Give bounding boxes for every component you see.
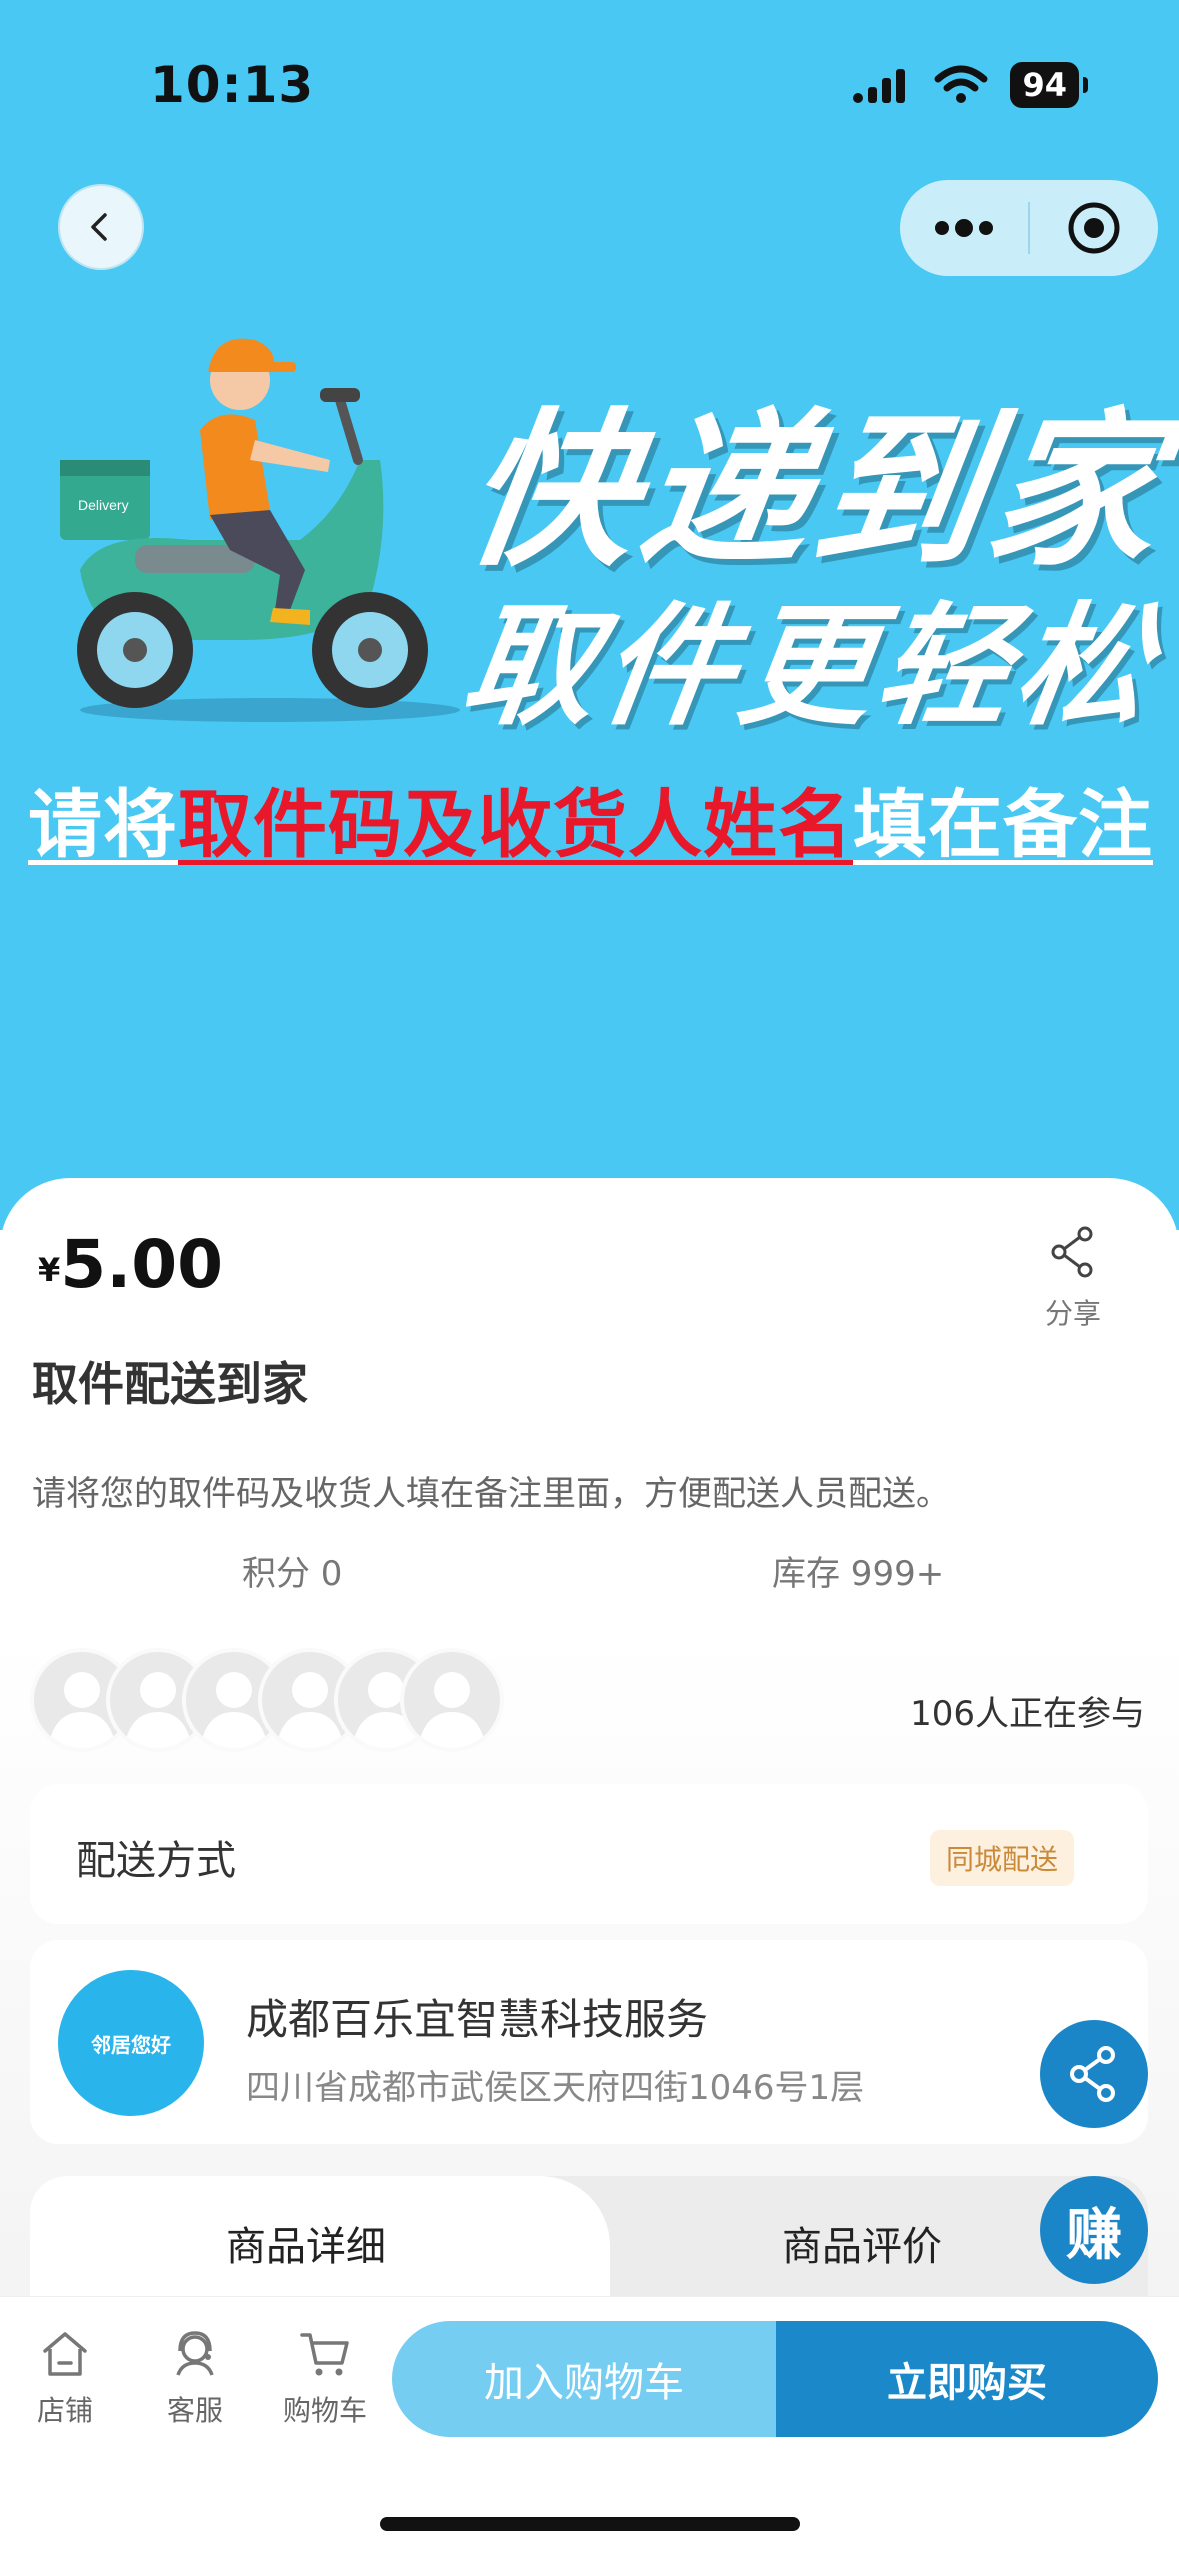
banner-note-highlight: 取件码及收货人姓名 <box>178 782 853 868</box>
store-row[interactable]: 邻居您好 成都百乐宜智慧科技服务 四川省成都市武侯区天府四街1046号1层 <box>30 1940 1148 2144</box>
price: ¥5.00 <box>38 1226 223 1303</box>
bottom-action-bar: 店铺 客服 购物车 加入购物车 立即购买 <box>0 2296 1179 2556</box>
status-time: 10:13 <box>150 56 315 114</box>
buy-now-label: 立即购买 <box>887 2360 1047 2406</box>
tab-reviews-label: 商品评价 <box>782 2224 942 2270</box>
banner-note: 请将取件码及收货人姓名填在备注 <box>28 765 1153 872</box>
close-program-button[interactable] <box>1030 180 1158 276</box>
participant-avatars <box>30 1648 510 1752</box>
back-button[interactable] <box>58 184 144 270</box>
mini-program-capsule <box>900 180 1158 276</box>
price-value: 5.00 <box>60 1226 224 1303</box>
earn-button[interactable]: 赚 <box>1040 2176 1148 2284</box>
tab-details-label: 商品详细 <box>226 2224 386 2270</box>
nav-customer-service[interactable]: 客服 <box>140 2327 250 2429</box>
product-title: 取件配送到家 <box>32 1357 308 1411</box>
store-icon <box>43 2332 87 2376</box>
more-button[interactable] <box>900 180 1028 276</box>
store-name: 成都百乐宜智慧科技服务 <box>246 1995 709 2044</box>
customer-service-icon <box>176 2331 214 2376</box>
banner-note-suffix: 填在备注 <box>853 782 1153 868</box>
avatar <box>400 1648 504 1752</box>
delivery-tag: 同城配送 <box>929 1830 1074 1886</box>
share-button[interactable]: 分享 <box>1035 1224 1111 1332</box>
nav-store[interactable]: 店铺 <box>10 2327 120 2429</box>
store-logo: 邻居您好 <box>58 1970 204 2116</box>
wifi-icon <box>934 65 988 103</box>
nav-cart[interactable]: 购物车 <box>270 2327 380 2429</box>
nav-customer-service-label: 客服 <box>166 2394 223 2427</box>
target-close-icon <box>1068 202 1120 254</box>
box-label: Delivery <box>78 497 129 513</box>
nav-store-label: 店铺 <box>36 2394 93 2427</box>
chevron-left-icon <box>91 213 107 241</box>
buy-now-button[interactable]: 立即购买 <box>776 2321 1158 2437</box>
status-indicators: 94 <box>852 62 1088 108</box>
user-placeholder-icon <box>418 1672 486 1748</box>
earn-label: 赚 <box>1066 2202 1122 2268</box>
signal-icon <box>853 69 906 103</box>
home-indicator <box>380 2517 800 2531</box>
product-description: 请将您的取件码及收货人填在备注里面，方便配送人员配送。 <box>32 1474 950 1514</box>
participants-count: 106人正在参与 <box>910 1694 1145 1734</box>
hero-banner: 10:13 94 Delivery 快递到家 取件更轻松 请将取件码及收货人姓名… <box>0 0 1179 1230</box>
share-label: 分享 <box>1044 1297 1101 1330</box>
product-tabs: 商品详细 商品评价 <box>30 2176 1148 2306</box>
product-card: ¥5.00 分享 取件配送到家 请将您的取件码及收货人填在备注里面，方便配送人员… <box>0 1178 1179 2328</box>
add-to-cart-label: 加入购物车 <box>484 2360 684 2406</box>
more-dots-icon <box>935 219 993 237</box>
tab-details[interactable]: 商品详细 <box>30 2176 610 2306</box>
delivery-method-label: 配送方式 <box>76 1838 236 1884</box>
cart-icon <box>300 2333 349 2376</box>
add-to-cart-button[interactable]: 加入购物车 <box>392 2321 776 2437</box>
nav-cart-label: 购物车 <box>282 2394 367 2427</box>
battery-indicator: 94 <box>1010 62 1088 108</box>
delivery-method-row[interactable]: 配送方式 同城配送 <box>30 1784 1148 1924</box>
store-address: 四川省成都市武侯区天府四街1046号1层 <box>246 2068 865 2108</box>
share-icon <box>1051 1226 1093 1278</box>
stock-info: 库存 999+ <box>772 1554 945 1594</box>
banner-note-prefix: 请将 <box>28 782 178 868</box>
currency-symbol: ¥ <box>38 1251 61 1289</box>
floating-share-button[interactable] <box>1040 2020 1148 2128</box>
banner-subtitle: 取件更轻松 <box>453 590 1166 744</box>
share-icon <box>1070 2046 1115 2102</box>
points-info: 积分 0 <box>242 1554 343 1594</box>
store-logo-text: 邻居您好 <box>91 2032 171 2057</box>
delivery-scooter-illustration: Delivery <box>60 338 460 722</box>
